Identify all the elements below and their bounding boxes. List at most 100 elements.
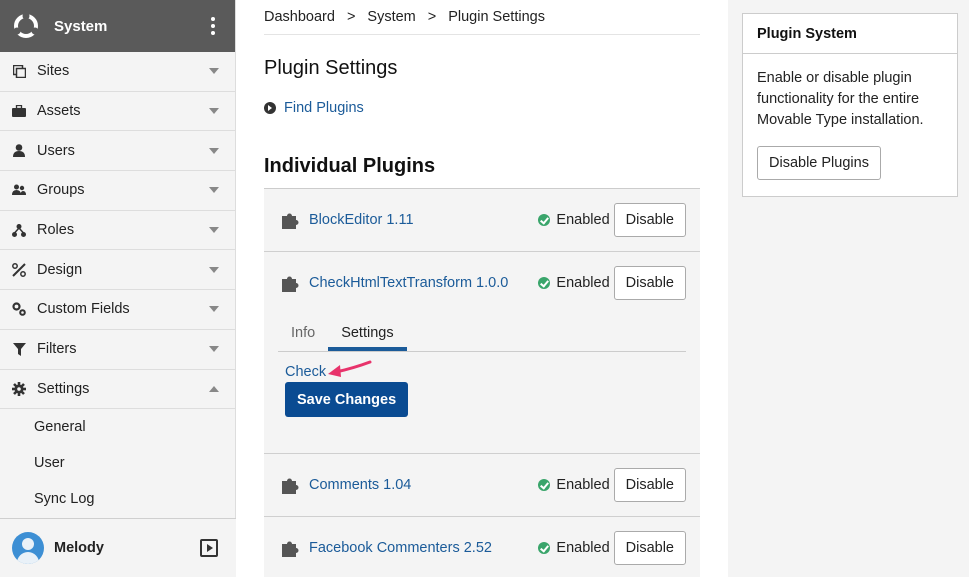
puzzle-icon bbox=[282, 478, 299, 494]
sidebar-item-groups[interactable]: Groups bbox=[0, 171, 235, 211]
sidebar-item-design[interactable]: Design bbox=[0, 250, 235, 291]
breadcrumb-separator: > bbox=[427, 9, 437, 25]
find-plugins-link[interactable]: Find Plugins bbox=[264, 100, 700, 116]
find-plugins-label[interactable]: Find Plugins bbox=[284, 100, 364, 116]
puzzle-icon bbox=[282, 541, 299, 557]
sidebar-item-label: Roles bbox=[37, 222, 75, 239]
plugin-row: Facebook Commenters 2.52 Enabled Disable bbox=[264, 517, 700, 577]
check-circle-icon bbox=[538, 479, 551, 491]
plugin-row: Comments 1.04 Enabled Disable bbox=[264, 454, 700, 516]
sidebar-menu: Sites Assets Users Groups Roles Design C… bbox=[0, 52, 235, 518]
sidebar-subitem-user[interactable]: User bbox=[0, 445, 235, 481]
sidebar-item-assets[interactable]: Assets bbox=[0, 92, 235, 132]
sidebar-item-label: Filters bbox=[37, 341, 77, 358]
groups-icon bbox=[12, 183, 26, 197]
sidebar-footer: Melody bbox=[0, 518, 236, 577]
briefcase-icon bbox=[12, 104, 26, 118]
tab-settings[interactable]: Settings bbox=[328, 325, 407, 351]
plugin-item: CheckHtmlTextTransform 1.0.0 Enabled Dis… bbox=[264, 252, 700, 454]
status-label: Enabled bbox=[556, 275, 610, 291]
user-name[interactable]: Melody bbox=[54, 540, 200, 556]
sidebar-item-label: Users bbox=[37, 142, 75, 159]
breadcrumb-dashboard[interactable]: Dashboard bbox=[264, 9, 335, 25]
tab-info[interactable]: Info bbox=[278, 325, 328, 351]
chevron-down-icon[interactable] bbox=[209, 227, 219, 234]
disable-plugins-button[interactable]: Disable Plugins bbox=[757, 146, 881, 180]
breadcrumb-separator: > bbox=[346, 9, 356, 25]
design-icon bbox=[12, 262, 26, 277]
gear-icon bbox=[12, 381, 26, 396]
sidebar-subitem-sync-log[interactable]: Sync Log bbox=[0, 481, 235, 517]
chevron-down-icon[interactable] bbox=[209, 108, 219, 115]
panel-description: Enable or disable plugin functionality f… bbox=[757, 70, 924, 128]
panel-title: Plugin System bbox=[743, 14, 957, 54]
sidebar-item-sites[interactable]: Sites bbox=[0, 52, 235, 92]
chevron-up-icon[interactable] bbox=[209, 385, 219, 392]
sidebar-item-label: Settings bbox=[37, 380, 90, 397]
sidebar-item-label: Groups bbox=[37, 182, 85, 199]
sidebar-header: System bbox=[0, 0, 235, 52]
sidebar-item-label: Assets bbox=[37, 103, 81, 120]
save-changes-button[interactable]: Save Changes bbox=[285, 382, 409, 417]
plugin-name-link[interactable]: CheckHtmlTextTransform 1.0.0 bbox=[309, 275, 538, 291]
sidebar-item-label: Sites bbox=[37, 63, 70, 80]
chevron-down-icon[interactable] bbox=[209, 147, 219, 154]
avatar[interactable] bbox=[12, 532, 44, 564]
disable-button[interactable]: Disable bbox=[613, 266, 686, 300]
disable-button[interactable]: Disable bbox=[613, 203, 686, 237]
sidebar-item-filters[interactable]: Filters bbox=[0, 330, 235, 370]
plugin-name-link[interactable]: Comments 1.04 bbox=[309, 477, 538, 493]
page-title: Plugin Settings bbox=[264, 57, 398, 79]
breadcrumb: Dashboard > System > Plugin Settings bbox=[264, 0, 700, 35]
filter-icon bbox=[12, 342, 26, 356]
chevron-down-icon[interactable] bbox=[209, 68, 219, 75]
sidebar-item-roles[interactable]: Roles bbox=[0, 211, 235, 251]
sidebar-item-custom-fields[interactable]: Custom Fields bbox=[0, 290, 235, 330]
chevron-down-icon[interactable] bbox=[209, 266, 219, 273]
plugin-item: Comments 1.04 Enabled Disable bbox=[264, 454, 700, 517]
breadcrumb-plugin-settings: Plugin Settings bbox=[448, 9, 545, 25]
check-circle-icon bbox=[538, 214, 551, 226]
disable-button[interactable]: Disable bbox=[613, 531, 686, 565]
chevron-down-icon[interactable] bbox=[209, 306, 219, 313]
plugin-row: CheckHtmlTextTransform 1.0.0 Enabled Dis… bbox=[264, 252, 700, 314]
chevron-down-icon[interactable] bbox=[209, 346, 219, 353]
sidebar-item-users[interactable]: Users bbox=[0, 131, 235, 172]
main-content: Dashboard > System > Plugin Settings Plu… bbox=[264, 0, 700, 577]
status-badge: Enabled bbox=[538, 212, 610, 228]
plugin-tabs: Info Settings bbox=[278, 314, 686, 352]
sidebar: System Sites Assets Users Groups Roles D… bbox=[0, 0, 236, 577]
gears-icon bbox=[12, 302, 26, 317]
puzzle-icon bbox=[282, 276, 299, 292]
puzzle-icon bbox=[282, 213, 299, 229]
status-badge: Enabled bbox=[538, 477, 610, 493]
sidebar-subitem-general[interactable]: General bbox=[0, 409, 235, 445]
mt-logo-icon[interactable] bbox=[12, 12, 40, 40]
section-title: Individual Plugins bbox=[264, 155, 700, 189]
status-label: Enabled bbox=[556, 212, 610, 228]
sidebar-title[interactable]: System bbox=[54, 18, 203, 35]
disable-button[interactable]: Disable bbox=[613, 468, 686, 502]
breadcrumb-system[interactable]: System bbox=[367, 9, 415, 25]
check-circle-icon bbox=[538, 542, 551, 554]
play-icon[interactable] bbox=[200, 539, 218, 557]
kebab-menu-icon[interactable] bbox=[203, 17, 223, 35]
plugin-settings-panel: Check Save Changes bbox=[264, 352, 700, 453]
status-badge: Enabled bbox=[538, 275, 610, 291]
sidebar-item-label: Design bbox=[37, 261, 83, 278]
user-icon bbox=[12, 144, 26, 158]
chevron-down-icon[interactable] bbox=[209, 187, 219, 194]
sidebar-item-label: Custom Fields bbox=[37, 301, 130, 318]
chevron-right-circle-icon bbox=[264, 102, 276, 114]
plugin-name-link[interactable]: BlockEditor 1.11 bbox=[309, 212, 538, 228]
sidebar-item-settings[interactable]: Settings bbox=[0, 370, 235, 410]
plugin-name-link[interactable]: Facebook Commenters 2.52 bbox=[309, 540, 538, 556]
panel-body: Enable or disable plugin functionality f… bbox=[743, 54, 957, 194]
sites-icon bbox=[12, 64, 26, 78]
roles-icon bbox=[12, 223, 26, 237]
annotation-arrow-icon bbox=[328, 360, 372, 377]
plugin-row: BlockEditor 1.11 Enabled Disable bbox=[264, 189, 700, 251]
plugin-item: BlockEditor 1.11 Enabled Disable bbox=[264, 189, 700, 252]
status-label: Enabled bbox=[556, 540, 610, 556]
status-badge: Enabled bbox=[538, 540, 610, 556]
